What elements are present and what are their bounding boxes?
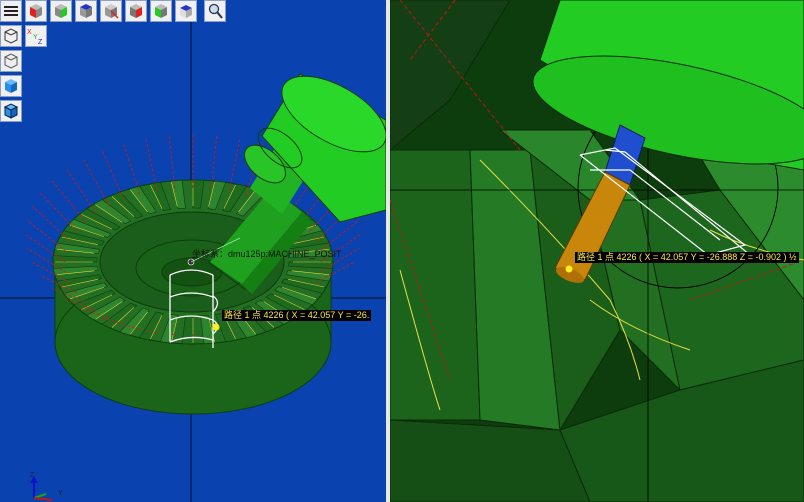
machine-coordinate-label: 坐标系：dmu125p:MACHINE_POSIT [192, 249, 342, 259]
view-front-button[interactable] [50, 0, 72, 22]
point-info-label: 路径 1 点 4226 ( X = 42.057 Y = -26. [222, 310, 372, 321]
current-point-marker [212, 323, 220, 331]
triad-y-label: Y [58, 490, 63, 497]
cube-green-left-icon [155, 4, 167, 18]
point-info-label-right: 路径 1 点 4226 ( X = 42.057 Y = -26.888 Z =… [575, 252, 799, 263]
rapid-move-line [51, 179, 86, 223]
menu-button[interactable] [0, 0, 22, 22]
zoom-button[interactable] [204, 0, 226, 22]
orientation-triad: Z Y [26, 470, 66, 502]
cube-top-blue-icon [180, 5, 192, 18]
right-viewport-scene [390, 0, 804, 502]
shaded-edges-button[interactable] [0, 100, 22, 122]
view-left-button[interactable] [150, 0, 172, 22]
hamburger-menu-icon [4, 6, 18, 16]
cube-red-right-icon [130, 4, 142, 18]
svg-text:Z: Z [38, 39, 43, 45]
zoom-magnifier-icon [208, 3, 223, 19]
left-viewport[interactable]: 坐标系：dmu125p:MACHINE_POSIT 路径 1 点 4226 ( … [0, 0, 386, 502]
right-viewport[interactable]: 路径 1 点 4226 ( X = 42.057 Y = -26.888 Z =… [390, 0, 804, 502]
view-side-button[interactable] [100, 0, 122, 22]
view-top-button[interactable] [75, 0, 97, 22]
current-point-marker-right [565, 265, 573, 273]
cube-axis-icon [105, 4, 119, 19]
xyz-axes-icon: X Y Z [27, 29, 43, 45]
wireframe-cube-icon [4, 28, 18, 44]
cube-red-face-icon [30, 4, 42, 18]
rapid-move-line [31, 205, 71, 242]
view-iso-button[interactable] [25, 0, 47, 22]
cube-green-face-icon [55, 4, 67, 18]
cube-blue-face-icon [80, 4, 92, 18]
view-bottom-button[interactable] [175, 0, 197, 22]
svg-text:X: X [27, 29, 32, 36]
hidden-line-cube-icon [4, 53, 18, 69]
hidden-line-button[interactable] [0, 50, 22, 72]
shaded-edges-cube-icon [3, 103, 19, 119]
wireframe-button[interactable] [0, 25, 22, 47]
rapid-move-line [39, 192, 77, 232]
axes-button[interactable]: X Y Z [25, 25, 47, 47]
shaded-cube-icon [5, 79, 17, 93]
shaded-button[interactable] [0, 75, 22, 97]
triad-z-label: Z [30, 472, 35, 479]
view-right-button[interactable] [125, 0, 147, 22]
